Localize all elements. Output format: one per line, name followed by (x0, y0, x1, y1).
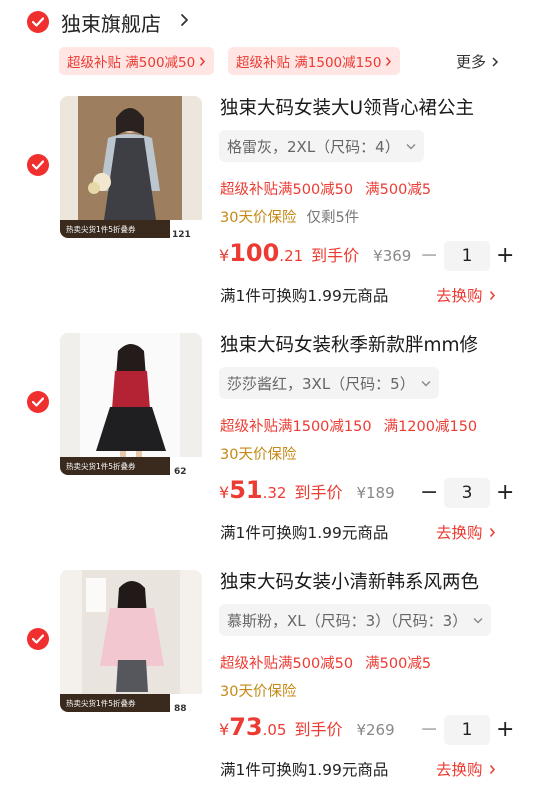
quantity-input[interactable]: 1 (444, 241, 490, 271)
item-select-checkbox[interactable] (27, 628, 49, 650)
swap-link[interactable]: 去换购 (436, 758, 496, 780)
price-guarantee: 30天价保险 (220, 447, 297, 463)
checkmark-icon (32, 397, 44, 407)
product-thumbnail[interactable]: 热卖尖货1件5折叠券 88 (60, 570, 202, 712)
sku-selector[interactable]: 格雷灰，2XL（尺码：4） (219, 130, 424, 162)
thumb-badge: 62 (174, 467, 187, 475)
decrease-quantity-button[interactable]: − (420, 478, 438, 508)
thumb-badge: 121 (172, 230, 191, 238)
swap-link[interactable]: 去换购 (436, 284, 496, 306)
increase-quantity-button[interactable]: + (496, 478, 514, 508)
product-photo: 热卖尖货1件5折叠券 121 (60, 96, 202, 238)
chevron-right-icon (489, 290, 495, 300)
promo-list: 超级补贴满500减50 满500减5 (220, 656, 432, 672)
product-title[interactable]: 独束大码女装秋季新款胖mm修 (220, 331, 520, 357)
checkmark-icon (32, 17, 44, 27)
thumb-banner-text: 热卖尖货1件5折叠券 (66, 461, 136, 471)
store-header: 独束旗舰店 (0, 0, 533, 44)
chevron-right-icon (492, 56, 499, 67)
product-title[interactable]: 独束大码女装小清新韩系风两色 (220, 568, 520, 594)
chevron-right-icon (386, 56, 392, 66)
promo-list: 超级补贴满500减50 满500减5 (220, 182, 432, 198)
item-select-checkbox[interactable] (27, 391, 49, 413)
coupon-tag[interactable]: 超级补贴 满500减50 (59, 47, 215, 75)
sku-selector[interactable]: 慕斯粉，XL（尺码：3）（尺码：3） (219, 604, 492, 636)
chevron-right-icon (489, 764, 495, 774)
chevron-right-icon[interactable] (180, 12, 190, 28)
chevron-down-icon (473, 617, 483, 623)
product-title[interactable]: 独束大码女装大U领背心裙公主 (220, 94, 520, 120)
product-photo: 热卖尖货1件5折叠券 62 (60, 333, 202, 475)
item-select-checkbox[interactable] (27, 154, 49, 176)
swap-offer-text: 满1件可换购1.99元商品 (220, 287, 389, 305)
increase-quantity-button[interactable]: + (496, 715, 514, 745)
product-thumbnail[interactable]: 热卖尖货1件5折叠券 62 (60, 333, 202, 475)
cart-item: 热卖尖货1件5折叠券 121 独束大码女装大U领背心裙公主 格雷灰，2XL（尺码… (0, 94, 533, 330)
original-price: ¥269 (356, 721, 395, 739)
final-price: ¥51.32 到手价 ¥189 (219, 476, 395, 504)
quantity-input[interactable]: 1 (444, 715, 490, 745)
product-thumbnail[interactable]: 热卖尖货1件5折叠券 121 (60, 96, 202, 238)
product-photo: 热卖尖货1件5折叠券 88 (60, 570, 202, 712)
original-price: ¥189 (356, 484, 395, 502)
promo-list: 超级补贴满1500减150 满1200减150 (220, 419, 478, 435)
coupon-tag[interactable]: 超级补贴 满1500减150 (228, 47, 401, 75)
decrease-quantity-button[interactable]: − (420, 715, 438, 745)
thumb-banner-text: 热卖尖货1件5折叠券 (66, 698, 136, 708)
chevron-down-icon (421, 380, 431, 386)
checkmark-icon (32, 634, 44, 644)
increase-quantity-button[interactable]: + (496, 241, 514, 271)
quantity-stepper: − 1 + (420, 715, 514, 745)
swap-link[interactable]: 去换购 (436, 521, 496, 543)
decrease-quantity-button[interactable]: − (420, 241, 438, 271)
chevron-right-icon (489, 527, 495, 537)
swap-offer-text: 满1件可换购1.99元商品 (220, 524, 389, 542)
chevron-down-icon (406, 143, 416, 149)
original-price: ¥369 (373, 247, 412, 265)
checkmark-icon (32, 160, 44, 170)
price-guarantee: 30天价保险 仅剩5件 (220, 210, 360, 226)
swap-offer-text: 满1件可换购1.99元商品 (220, 761, 389, 779)
thumb-banner-text: 热卖尖货1件5折叠券 (66, 224, 136, 234)
cart-item: 热卖尖货1件5折叠券 88 独束大码女装小清新韩系风两色 慕斯粉，XL（尺码：3… (0, 568, 533, 804)
more-coupons-link[interactable]: 更多 (456, 51, 499, 72)
store-select-checkbox[interactable] (27, 11, 49, 33)
final-price: ¥100.21 到手价 ¥369 (219, 239, 412, 267)
sku-selector[interactable]: 莎莎酱红，3XL（尺码：5） (219, 367, 439, 399)
thumb-badge: 88 (174, 704, 187, 712)
price-guarantee: 30天价保险 (220, 684, 297, 700)
quantity-stepper: − 1 + (420, 241, 514, 271)
stock-note: 仅剩5件 (306, 210, 360, 226)
store-name[interactable]: 独束旗舰店 (61, 8, 161, 37)
quantity-input[interactable]: 3 (444, 478, 490, 508)
quantity-stepper: − 3 + (420, 478, 514, 508)
final-price: ¥73.05 到手价 ¥269 (219, 713, 395, 741)
cart-item: 热卖尖货1件5折叠券 62 独束大码女装秋季新款胖mm修 莎莎酱红，3XL（尺码… (0, 331, 533, 567)
chevron-right-icon (200, 56, 206, 66)
